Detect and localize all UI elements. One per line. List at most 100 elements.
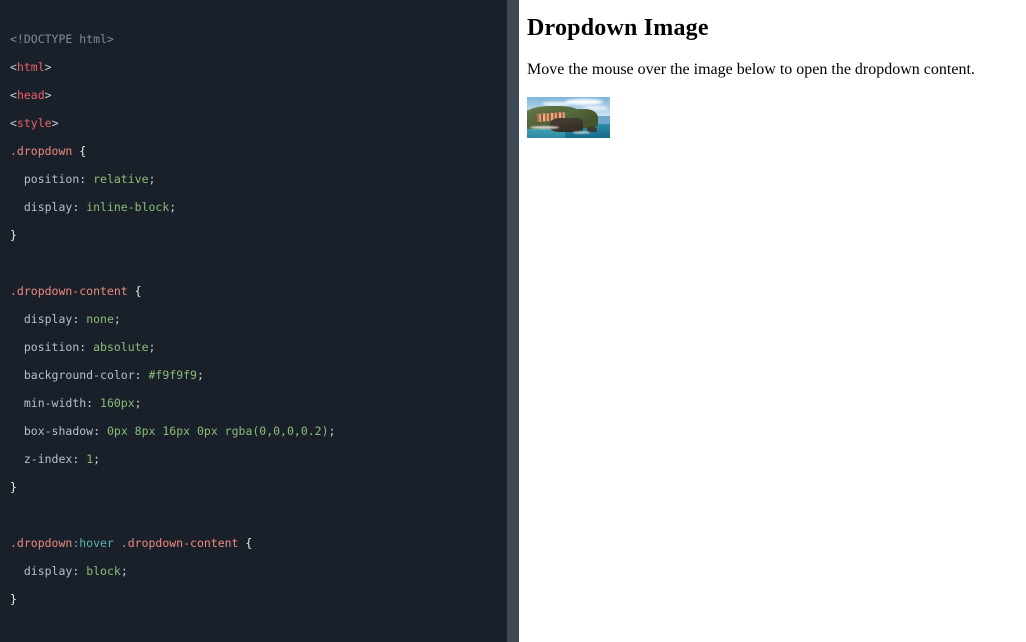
css-property-token: display: [24, 200, 72, 214]
css-property-token: z-index: [24, 452, 72, 466]
brace-token: }: [10, 228, 17, 242]
code-line: }: [10, 592, 507, 606]
doctype-token: <!DOCTYPE html>: [10, 32, 114, 46]
semicolon-token: ;: [121, 564, 128, 578]
colon-token: :: [93, 424, 107, 438]
indent: [10, 452, 24, 466]
css-property-token: [10, 172, 24, 186]
css-value-token: #f9f9f9: [149, 368, 197, 382]
indent: [10, 340, 24, 354]
css-property-token: position: [24, 172, 79, 186]
indent: [10, 200, 24, 214]
code-line: z-index: 1;: [10, 452, 507, 466]
colon-token: :: [72, 312, 86, 326]
colon-token: :: [79, 340, 93, 354]
code-line: <html>: [10, 60, 507, 74]
tag-token: head: [17, 88, 45, 102]
code-line: <head>: [10, 88, 507, 102]
cliff-layer: [550, 118, 583, 132]
css-selector-token: .dropdown: [10, 144, 72, 158]
code-line: display: inline-block;: [10, 200, 507, 214]
split-view-container: <!DOCTYPE html> <html> <head> <style> .d…: [0, 0, 1026, 642]
tag-token: style: [17, 116, 52, 130]
css-property-token: min-width: [24, 396, 86, 410]
code-line: display: none;: [10, 312, 507, 326]
page-title: Dropdown Image: [527, 14, 1018, 42]
css-value-token: absolute: [93, 340, 148, 354]
preview-pane: Dropdown Image Move the mouse over the i…: [519, 0, 1026, 642]
tag-token: html: [17, 60, 45, 74]
dropdown-container[interactable]: [527, 97, 610, 138]
code-editor-pane[interactable]: <!DOCTYPE html> <html> <head> <style> .d…: [0, 0, 519, 642]
code-line: }: [10, 228, 507, 242]
code-line: position: relative;: [10, 172, 507, 186]
code-line: display: block;: [10, 564, 507, 578]
indent: [10, 312, 24, 326]
brace-token: {: [72, 144, 86, 158]
colon-token: :: [135, 368, 149, 382]
semicolon-token: ;: [329, 424, 336, 438]
semicolon-token: ;: [149, 340, 156, 354]
code-line: background-color: #f9f9f9;: [10, 368, 507, 382]
brace-token: {: [238, 536, 252, 550]
code-line-blank: [10, 620, 507, 634]
page-paragraph: Move the mouse over the image below to o…: [527, 60, 1018, 79]
css-value-token: 160px: [100, 396, 135, 410]
css-value-token: inline-block: [86, 200, 169, 214]
indent: [10, 424, 24, 438]
code-line-blank: [10, 256, 507, 270]
semicolon-token: ;: [149, 172, 156, 186]
colon-token: :: [72, 200, 86, 214]
css-property-token: display: [24, 564, 72, 578]
brace-token: }: [10, 480, 17, 494]
css-value-token: block: [86, 564, 121, 578]
angle-close-icon: >: [45, 88, 52, 102]
css-property-token: display: [24, 312, 72, 326]
editor-vertical-scrollbar[interactable]: [507, 0, 519, 642]
code-line: <style>: [10, 116, 507, 130]
code-line: .dropdown-content {: [10, 284, 507, 298]
surf-foam-icon: [530, 126, 558, 129]
code-line: box-shadow: 0px 8px 16px 0px rgba(0,0,0,…: [10, 424, 507, 438]
code-editor-text[interactable]: <!DOCTYPE html> <html> <head> <style> .d…: [0, 0, 507, 642]
angle-open-icon: <: [10, 88, 17, 102]
cinque-terre-thumbnail-image[interactable]: [527, 97, 610, 138]
css-selector-token: .dropdown: [10, 536, 72, 550]
code-line: min-width: 160px;: [10, 396, 507, 410]
indent: [10, 564, 24, 578]
rock-icon: [587, 127, 597, 132]
semicolon-token: ;: [169, 200, 176, 214]
indent: [10, 368, 24, 382]
css-pseudo-token: :hover: [72, 536, 114, 550]
angle-open-icon: <: [10, 116, 17, 130]
css-selector-token: .dropdown-content: [10, 284, 128, 298]
code-line-blank: [10, 508, 507, 522]
brace-token: {: [128, 284, 142, 298]
css-selector-token: .dropdown-content: [114, 536, 239, 550]
code-line: position: absolute;: [10, 340, 507, 354]
colon-token: :: [72, 452, 86, 466]
angle-close-icon: >: [52, 116, 59, 130]
css-property-token: background-color: [24, 368, 135, 382]
code-line: .dropdown:hover .dropdown-content {: [10, 536, 507, 550]
brace-token: }: [10, 592, 17, 606]
css-value-token: relative: [93, 172, 148, 186]
css-property-token: box-shadow: [24, 424, 93, 438]
semicolon-token: ;: [135, 396, 142, 410]
semicolon-token: ;: [93, 452, 100, 466]
colon-token: :: [86, 396, 100, 410]
editor-scrollbar-thumb[interactable]: [507, 0, 519, 642]
css-property-token: position: [24, 340, 79, 354]
code-line: }: [10, 480, 507, 494]
css-value-token: 0px 8px 16px 0px rgba(0,0,0,0.2): [107, 424, 329, 438]
colon-token: :: [72, 564, 86, 578]
semicolon-token: ;: [114, 312, 121, 326]
indent: [10, 396, 24, 410]
code-line: .dropdown {: [10, 144, 507, 158]
colon-token: :: [79, 172, 93, 186]
angle-open-icon: <: [10, 60, 17, 74]
surf-foam-icon: [573, 131, 590, 133]
semicolon-token: ;: [197, 368, 204, 382]
css-value-token: none: [86, 312, 114, 326]
code-line: <!DOCTYPE html>: [10, 32, 507, 46]
